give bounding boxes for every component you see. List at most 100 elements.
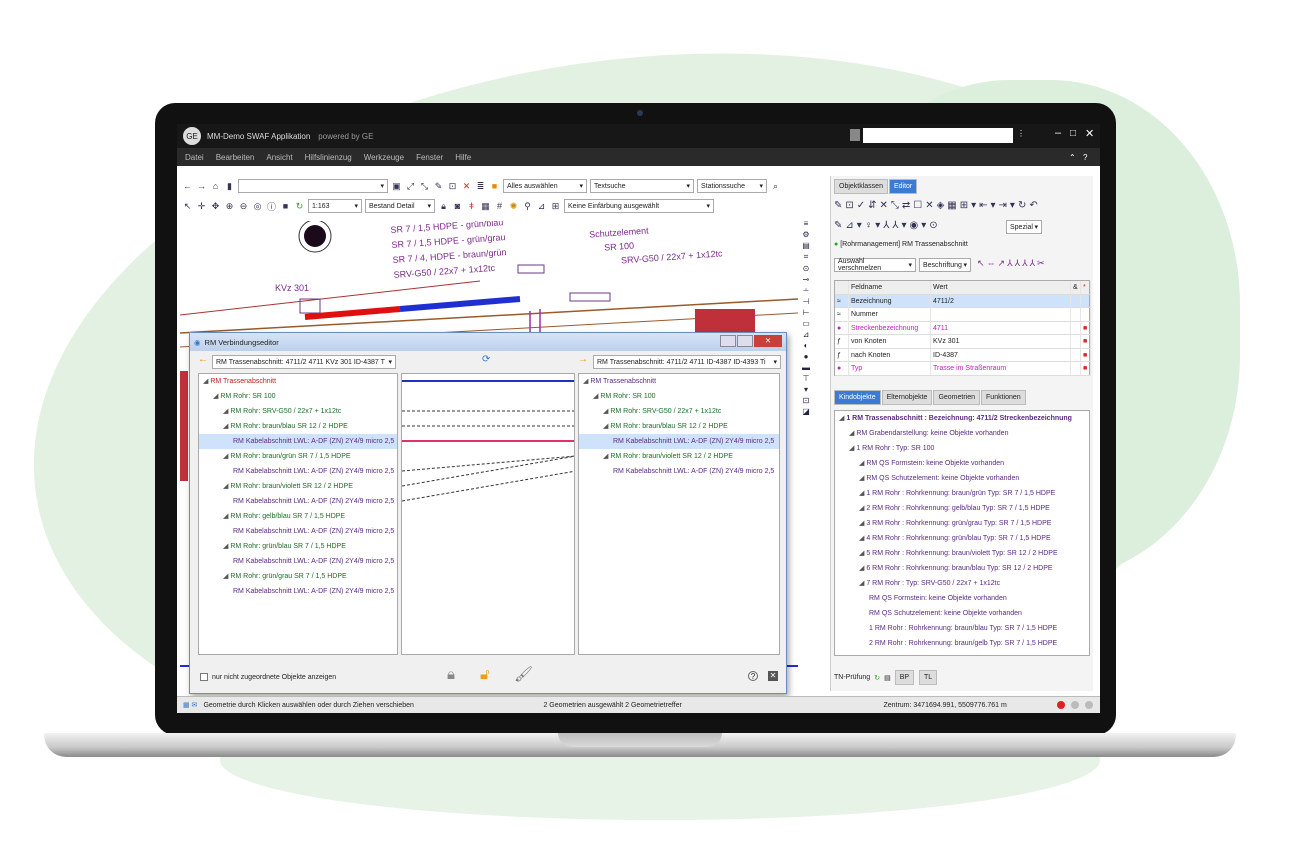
tool-icon[interactable]: ◐	[804, 341, 809, 350]
stationssuche-field[interactable]: Stationssuche ▾	[697, 179, 767, 193]
delete-icon[interactable]: ✕	[461, 181, 472, 192]
tool-icon[interactable]: ⊤	[803, 374, 810, 383]
tool-icon[interactable]: ●	[804, 352, 809, 361]
menu-datei[interactable]: Datei	[185, 153, 204, 162]
tree-item[interactable]: ◢ 1 RM Rohr : Typ: SR 100	[835, 441, 1089, 456]
textsuche-field[interactable]: Textsuche ▾	[590, 179, 694, 193]
tree-item[interactable]: ◢ 7 RM Rohr : Typ: SRV-G50 / 22x7 + 1x12…	[835, 576, 1089, 591]
brush-icon[interactable]: 🖌︎	[514, 665, 533, 683]
tree-item[interactable]: ◢ RM Trassenabschnitt	[579, 374, 779, 389]
tab-editor[interactable]: Editor	[888, 179, 918, 194]
style-icon[interactable]: ⊞	[550, 201, 561, 212]
tool-icon[interactable]: ▤	[802, 241, 810, 250]
tree-item[interactable]: ◢ RM Rohr: braun/violett SR 12 / 2 HDPE	[579, 449, 779, 464]
stop-icon[interactable]: ■	[280, 201, 291, 212]
tree-item[interactable]: RM QS Schutzelement: keine Objekte vorha…	[835, 606, 1089, 621]
close-icon[interactable]: ✕	[1085, 127, 1094, 140]
grid-value[interactable]	[931, 308, 1071, 322]
editor-toolbar-row2[interactable]: ✎⊿▾♀▾⅄⅄▾◉▾⊙	[834, 220, 941, 231]
bestand-combo[interactable]: Bestand Detail ▾	[365, 199, 435, 213]
select-box-icon[interactable]: ⊡	[447, 181, 458, 192]
menu-ansicht[interactable]: Ansicht	[266, 153, 292, 162]
lock-icon[interactable]: 🔒︎	[438, 201, 449, 212]
tab-geometrien[interactable]: Geometrien	[933, 390, 981, 405]
tree-item[interactable]: ◢ RM Rohr: SR 100	[199, 389, 397, 404]
tool-icon[interactable]: ⊙	[803, 264, 810, 273]
tree-item[interactable]: RM Kabelabschnitt LWL: A-DF (ZN) 2Y4/9 m…	[199, 464, 397, 479]
tree-item[interactable]: ◢ RM Rohr: braun/violett SR 12 / 2 HDPE	[199, 479, 397, 494]
left-object-combo[interactable]: RM Trassenabschnitt: 4711/2 4711 KVz 301…	[212, 355, 396, 369]
minimize-icon[interactable]: –	[1055, 127, 1061, 139]
grid-icon[interactable]: ▦	[480, 201, 491, 212]
refresh-icon[interactable]: ↻	[294, 201, 305, 212]
forward-icon[interactable]: →	[196, 181, 207, 192]
camera-tool-icon[interactable]: ◙	[452, 201, 463, 212]
bp-button[interactable]: BP	[894, 670, 915, 685]
swap-icon[interactable]: ⟳	[482, 354, 490, 365]
grid-value[interactable]: 4711/2	[931, 294, 1071, 308]
tree-item[interactable]: RM Kabelabschnitt LWL: A-DF (ZN) 2Y4/9 m…	[579, 434, 779, 449]
auswahl-combo[interactable]: Auswahl verschmelzen ▾	[834, 258, 916, 272]
menu-hilfe[interactable]: Hilfe	[455, 153, 471, 162]
tree-item[interactable]: ◢ RM Grabendarstellung: keine Objekte vo…	[835, 426, 1089, 441]
tool-icon[interactable]: ⌗	[804, 252, 809, 262]
measure-icon[interactable]: ⊿	[536, 201, 547, 212]
scale-combo[interactable]: 1:163 ▾	[308, 199, 362, 213]
thermometer-icon[interactable]: ǂ	[466, 201, 477, 212]
beschriftung-combo[interactable]: Beschriftung ▾	[919, 258, 971, 272]
crosshair-icon[interactable]: ✛	[196, 201, 207, 212]
tree-item[interactable]: ◢ RM Rohr: braun/blau SR 12 / 2 HDPE	[199, 419, 397, 434]
editor-toolbar-row3[interactable]: ↖⇔↗⅄⅄⅄⅄✂	[977, 258, 1047, 269]
tree-item[interactable]: RM Kabelabschnitt LWL: A-DF (ZN) 2Y4/9 m…	[579, 464, 779, 479]
tree-item[interactable]: ◢ RM Rohr: SR 100	[579, 389, 779, 404]
tool-icon[interactable]: ≡	[804, 219, 809, 228]
tool-icon[interactable]: ⊡	[803, 396, 810, 405]
grid-value[interactable]: 4711	[931, 321, 1071, 335]
tool-icon[interactable]: ▭	[802, 319, 810, 328]
unassigned-checkbox[interactable]	[200, 673, 208, 681]
tool-icon[interactable]: ⚙	[802, 230, 809, 239]
bookmark-icon[interactable]: ▮	[224, 181, 235, 192]
settings-icon[interactable]: ✺	[508, 201, 519, 212]
tree-item[interactable]: ◢ 2 RM Rohr : Rohrkennung: gelb/blau Typ…	[835, 501, 1089, 516]
grid-value[interactable]: KVz 301	[931, 335, 1071, 349]
dialog-close-icon[interactable]: ✕	[754, 335, 782, 347]
tree-item[interactable]: ◢ RM Rohr: grün/blau SR 7 / 1,5 HDPE	[199, 539, 397, 554]
tool-icon[interactable]: ⊸	[803, 275, 810, 284]
tree-item[interactable]: RM Kabelabschnitt LWL: A-DF (ZN) 2Y4/9 m…	[199, 434, 397, 449]
expand-icon[interactable]: ⤡	[419, 181, 430, 192]
tree-item[interactable]: ◢ RM Rohr: gelb/blau SR 7 / 1,5 HDPE	[199, 509, 397, 524]
select-all-combo[interactable]: Alles auswählen ▾	[503, 179, 587, 193]
tool-icon[interactable]: ⊣	[803, 297, 810, 306]
tree-item[interactable]: ◢ 3 RM Rohr : Rohrkennung: grün/grau Typ…	[835, 516, 1089, 531]
tree-item[interactable]: 2 RM Rohr : Rohrkennung: braun/gelb Typ:…	[835, 636, 1089, 651]
dialog-minimize[interactable]	[720, 335, 736, 347]
tree-item[interactable]: ◢ 1 RM Trassenabschnitt : Bezeichnung: 4…	[835, 411, 1089, 426]
tree-item[interactable]: ◢ 4 RM Rohr : Rohrkennung: grün/blau Typ…	[835, 531, 1089, 546]
tool-icon[interactable]: ⚲	[522, 201, 533, 212]
tree-item[interactable]: ◢ RM Trassenabschnitt	[199, 374, 397, 389]
tree-item[interactable]: RM QS Formstein: keine Objekte vorhanden	[835, 591, 1089, 606]
zoom-in-icon[interactable]: ⊕	[224, 201, 235, 212]
tab-funktionen[interactable]: Funktionen	[981, 390, 1026, 405]
hash-icon[interactable]: #	[494, 201, 505, 212]
help-icon[interactable]: ?	[748, 671, 758, 681]
tab-objektklassen[interactable]: Objektklassen	[834, 179, 888, 194]
tree-item[interactable]: RM Kabelabschnitt LWL: A-DF (ZN) 2Y4/9 m…	[199, 494, 397, 509]
einfaerbung-combo[interactable]: Keine Einfärbung ausgewählt ▾	[564, 199, 714, 213]
tree-item[interactable]: 1 RM Rohr : Rohrkennung: braun/blau Typ:…	[835, 621, 1089, 636]
tree-item[interactable]: ◢ RM Rohr: grün/grau SR 7 / 1,5 HDPE	[199, 569, 397, 584]
right-arrow-icon[interactable]: →	[578, 354, 588, 365]
fit-icon[interactable]: ⤢	[405, 181, 416, 192]
collapse-icon[interactable]: ⌃	[1069, 153, 1076, 162]
history-combo[interactable]: ▾	[238, 179, 388, 193]
tool-icon[interactable]: ◪	[802, 407, 810, 416]
more-menu-icon[interactable]: ⋮	[1017, 129, 1025, 138]
back-icon[interactable]: ←	[182, 181, 193, 192]
tool-icon[interactable]: ⊢	[803, 308, 810, 317]
tool-icon[interactable]: ▬	[802, 363, 810, 372]
home-icon[interactable]: ⌂	[210, 181, 221, 192]
grid-value[interactable]: Trasse im Straßenraum	[931, 362, 1071, 376]
tab-elternobjekte[interactable]: Elternobjekte	[881, 390, 933, 405]
zoom-out-icon[interactable]: ⊖	[238, 201, 249, 212]
